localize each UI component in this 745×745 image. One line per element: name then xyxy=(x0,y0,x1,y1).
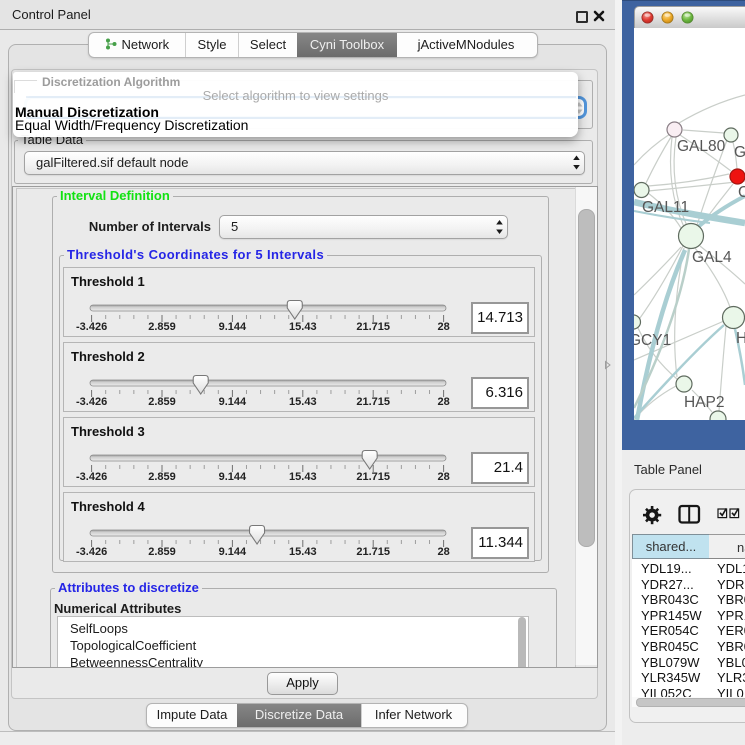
svg-text:H: H xyxy=(736,330,745,347)
svg-text:GAL11: GAL11 xyxy=(642,199,689,216)
svg-text:GA: GA xyxy=(734,144,745,161)
svg-text:HAP2: HAP2 xyxy=(684,394,725,411)
svg-text:GCY1: GCY1 xyxy=(634,332,671,349)
svg-text:GAL80: GAL80 xyxy=(677,138,726,155)
svg-text:C: C xyxy=(738,184,745,201)
svg-text:GAL4: GAL4 xyxy=(692,249,732,266)
